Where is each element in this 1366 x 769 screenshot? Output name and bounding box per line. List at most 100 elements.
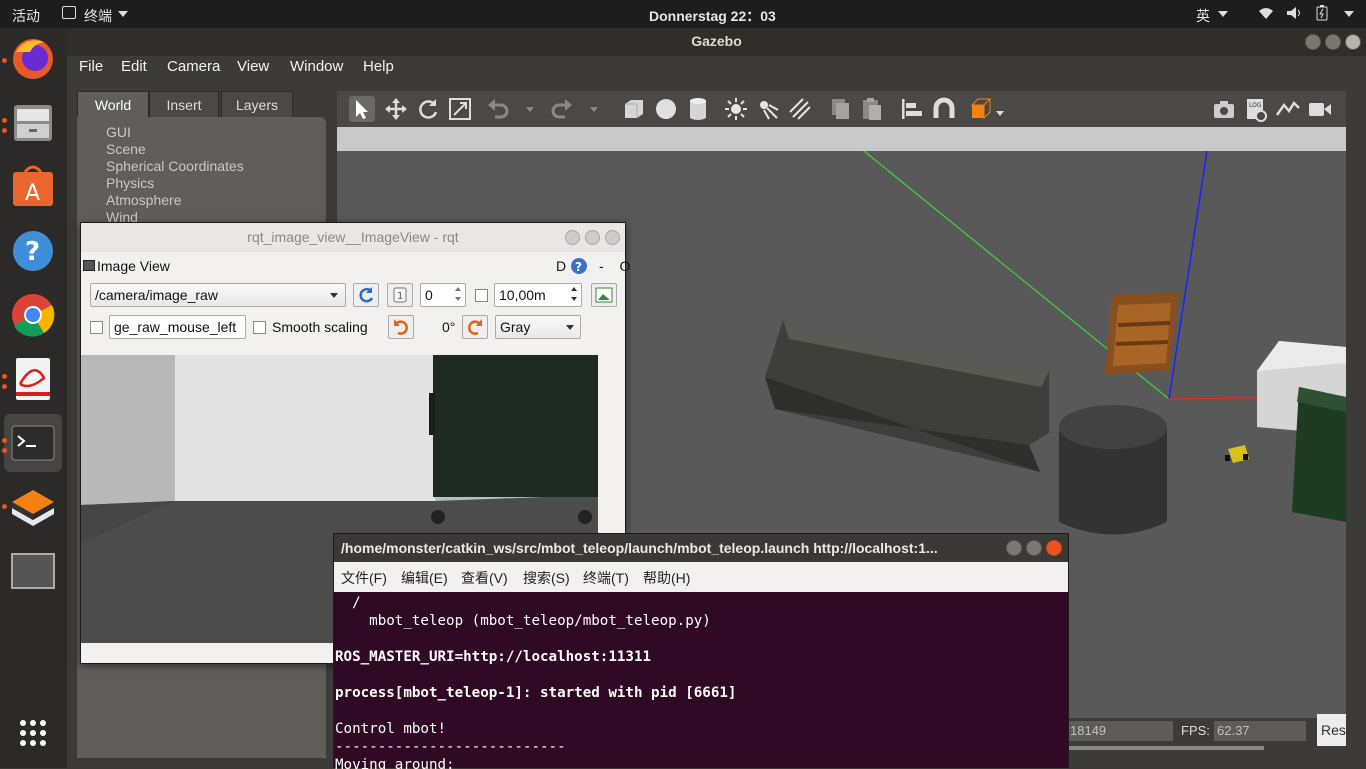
zoom-1-button[interactable]: 1 bbox=[387, 283, 413, 307]
close-button[interactable] bbox=[1046, 540, 1062, 556]
menu-camera[interactable]: Camera bbox=[167, 58, 220, 75]
tree-item-scene[interactable]: Scene bbox=[106, 141, 146, 157]
tab-insert[interactable]: Insert bbox=[149, 91, 219, 117]
change-view-button[interactable] bbox=[969, 96, 995, 122]
menu-edit[interactable]: 编辑(E) bbox=[401, 568, 448, 588]
dock-chrome[interactable] bbox=[4, 286, 62, 344]
tree-item-atmosphere[interactable]: Atmosphere bbox=[106, 192, 181, 208]
smooth-scaling-checkbox[interactable] bbox=[253, 321, 266, 334]
box-shape-button[interactable] bbox=[621, 96, 647, 122]
minimize-button[interactable] bbox=[1305, 34, 1321, 50]
app-menu[interactable]: 终端 bbox=[84, 6, 112, 26]
spot-light-button[interactable] bbox=[755, 96, 781, 122]
activities-button[interactable]: 活动 bbox=[12, 6, 40, 26]
spin-up-icon[interactable] bbox=[455, 287, 461, 291]
chevron-down-icon bbox=[1218, 11, 1228, 17]
volume-icon[interactable] bbox=[1286, 6, 1302, 20]
close-button[interactable] bbox=[1345, 34, 1361, 50]
translate-mode-button[interactable] bbox=[383, 96, 409, 122]
dock-window-thumbnail[interactable] bbox=[4, 542, 62, 600]
rotate-right-button[interactable] bbox=[462, 315, 488, 339]
dynamic-range-checkbox[interactable] bbox=[475, 289, 488, 302]
save-image-button[interactable] bbox=[591, 283, 617, 307]
maximize-button[interactable] bbox=[1026, 540, 1042, 556]
maximize-button[interactable] bbox=[585, 230, 600, 245]
max-range-spinbox[interactable]: 10,00m bbox=[494, 283, 582, 307]
view-chevron-icon[interactable] bbox=[996, 111, 1004, 116]
spin-down-icon[interactable] bbox=[455, 297, 461, 301]
input-method-indicator[interactable]: 英 bbox=[1196, 6, 1210, 26]
copy-button[interactable] bbox=[827, 96, 853, 122]
redo-history-chevron-icon[interactable] bbox=[590, 107, 598, 112]
terminal-title-bar[interactable]: /home/monster/catkin_ws/src/mbot_teleop/… bbox=[334, 534, 1068, 562]
align-button[interactable] bbox=[899, 96, 925, 122]
menu-help[interactable]: Help bbox=[363, 58, 394, 75]
menu-view[interactable]: 查看(V) bbox=[461, 568, 508, 588]
menu-view[interactable]: View bbox=[237, 58, 269, 75]
battery-icon[interactable] bbox=[1316, 5, 1328, 21]
mouse-topic-input[interactable]: ge_raw_mouse_left bbox=[109, 315, 246, 339]
running-indicator bbox=[2, 438, 7, 443]
tab-layers[interactable]: Layers bbox=[221, 91, 293, 117]
tree-item-gui[interactable]: GUI bbox=[106, 124, 131, 140]
plugin-dock-button[interactable]: D bbox=[556, 258, 566, 274]
menu-file[interactable]: File bbox=[79, 58, 103, 75]
point-light-button[interactable] bbox=[723, 96, 749, 122]
maximize-button[interactable] bbox=[1325, 34, 1341, 50]
dock-terminal[interactable] bbox=[4, 414, 62, 472]
gazebo-title-bar[interactable]: Gazebo bbox=[67, 28, 1366, 56]
snap-button[interactable] bbox=[931, 96, 957, 122]
reset-button[interactable]: Res bbox=[1317, 714, 1346, 746]
screenshot-button[interactable] bbox=[1211, 96, 1237, 122]
terminal-output[interactable]: / mbot_teleop (mbot_teleop/mbot_teleop.p… bbox=[334, 592, 1068, 769]
wifi-icon[interactable] bbox=[1258, 6, 1274, 20]
dock-files[interactable] bbox=[4, 94, 62, 152]
rotate-left-button[interactable] bbox=[388, 315, 414, 339]
dock-document-viewer[interactable] bbox=[4, 350, 62, 408]
menu-terminal[interactable]: 终端(T) bbox=[583, 568, 629, 588]
tree-item-physics[interactable]: Physics bbox=[106, 175, 154, 191]
show-applications-button[interactable] bbox=[4, 704, 62, 762]
log-button[interactable]: LOG bbox=[1243, 96, 1269, 122]
camera-icon bbox=[1214, 101, 1234, 118]
menu-window[interactable]: Window bbox=[290, 58, 343, 75]
refresh-topics-button[interactable] bbox=[353, 283, 379, 307]
rqt-title-bar[interactable]: rqt_image_view__ImageView - rqt bbox=[81, 223, 625, 252]
minimize-button[interactable] bbox=[565, 230, 580, 245]
rotate-mode-button[interactable] bbox=[415, 96, 441, 122]
select-mode-button[interactable] bbox=[349, 96, 375, 122]
undo-button[interactable] bbox=[485, 96, 511, 122]
spin-up-icon[interactable] bbox=[571, 287, 577, 291]
sphere-shape-button[interactable] bbox=[653, 96, 679, 122]
undo-history-chevron-icon[interactable] bbox=[526, 107, 534, 112]
plot-button[interactable] bbox=[1275, 96, 1301, 122]
menu-file[interactable]: 文件(F) bbox=[341, 568, 387, 588]
video-record-button[interactable] bbox=[1307, 96, 1333, 122]
menu-help[interactable]: 帮助(H) bbox=[643, 568, 690, 588]
mouse-publish-checkbox[interactable] bbox=[90, 321, 103, 334]
directional-light-button[interactable] bbox=[787, 96, 813, 122]
dock-software[interactable]: A bbox=[4, 158, 62, 216]
align-icon bbox=[902, 99, 922, 119]
minimize-button[interactable] bbox=[1006, 540, 1022, 556]
spin-down-icon[interactable] bbox=[571, 297, 577, 301]
system-menu-chevron-icon[interactable] bbox=[1344, 11, 1354, 17]
paste-button[interactable] bbox=[859, 96, 885, 122]
plugin-minmax-buttons[interactable]: - O bbox=[599, 258, 636, 274]
menu-edit[interactable]: Edit bbox=[121, 58, 147, 75]
help-icon[interactable]: ? bbox=[570, 257, 588, 275]
tree-item-spherical-coordinates[interactable]: Spherical Coordinates bbox=[106, 158, 244, 174]
close-button[interactable] bbox=[605, 230, 620, 245]
tab-world[interactable]: World bbox=[77, 91, 149, 117]
redo-button[interactable] bbox=[549, 96, 575, 122]
scale-mode-button[interactable] bbox=[447, 96, 473, 122]
cylinder-shape-button[interactable] bbox=[685, 96, 711, 122]
menu-search[interactable]: 搜索(S) bbox=[523, 568, 570, 588]
dock-help[interactable]: ? bbox=[4, 222, 62, 280]
dock-firefox[interactable] bbox=[4, 30, 62, 88]
topic-select[interactable]: /camera/image_raw bbox=[90, 283, 346, 307]
dock-gazebo[interactable] bbox=[4, 478, 62, 536]
clock[interactable]: Donnerstag 22：03 bbox=[649, 6, 776, 26]
running-indicator bbox=[2, 504, 7, 509]
horizontal-scrollbar[interactable] bbox=[1067, 746, 1264, 750]
